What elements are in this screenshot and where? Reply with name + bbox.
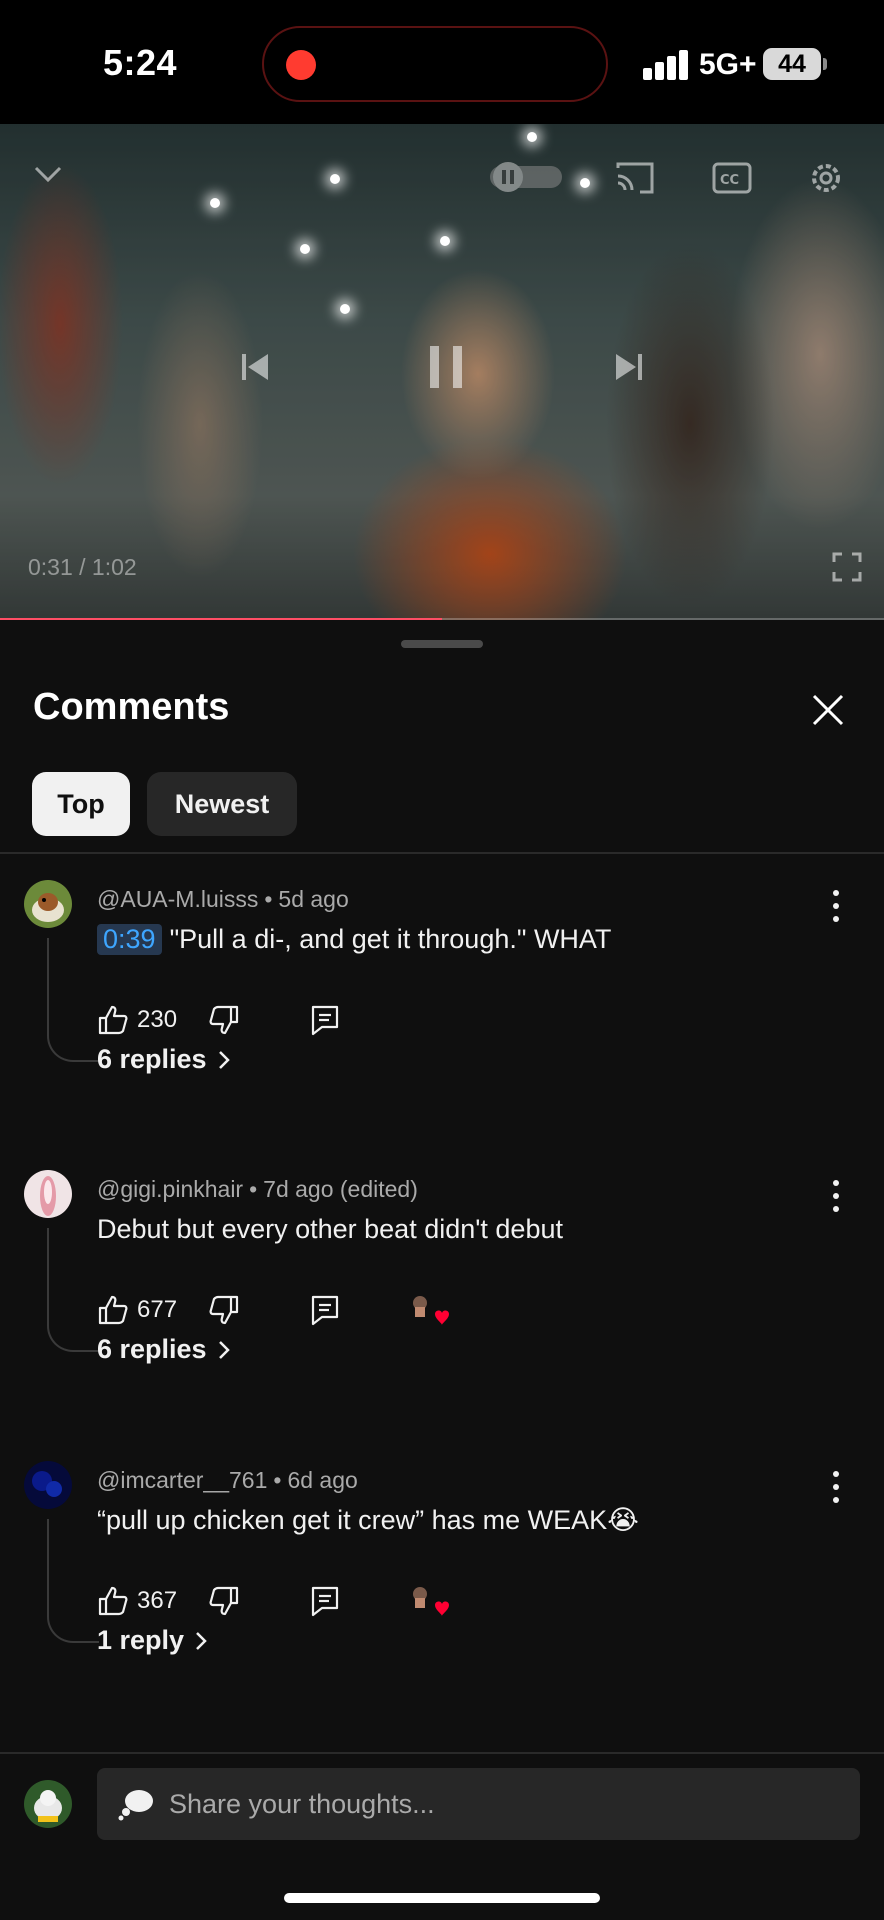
comment-text: Debut but every other beat didn't debut: [97, 1214, 563, 1245]
battery-tip: [823, 58, 827, 70]
comment-author[interactable]: @gigi.pinkhair: [97, 1176, 243, 1202]
filter-chip-newest[interactable]: Newest: [147, 772, 297, 836]
video-player[interactable]: CC 0:31 / 1:02: [0, 124, 884, 620]
ceiling-light: [527, 132, 537, 142]
avatar-image: [24, 1170, 72, 1218]
comment-age: 7d ago (edited): [263, 1176, 418, 1202]
ceiling-light: [440, 236, 450, 246]
thread-line: [47, 1228, 99, 1352]
thought-bubble-icon: [118, 1790, 153, 1821]
creator-heart-icon: [413, 1296, 449, 1325]
previous-video-icon[interactable]: [238, 350, 272, 384]
cast-icon[interactable]: [614, 160, 656, 196]
avatar-image: [24, 1780, 72, 1828]
comment-meta: @AUA-M.luisss • 5d ago: [97, 886, 349, 912]
dynamic-island: [262, 26, 608, 102]
svg-text:CC: CC: [720, 173, 739, 188]
comment-meta: @imcarter__761 • 6d ago: [97, 1467, 358, 1493]
video-time: 0:31 / 1:02: [28, 554, 137, 580]
view-replies-link[interactable]: 6 replies: [97, 1044, 231, 1075]
comment-text: 0:39 "Pull a di-, and get it through." WH…: [97, 924, 611, 955]
more-options-icon[interactable]: [822, 1176, 850, 1216]
comment-item: @AUA-M.luisss • 5d ago 0:39 "Pull a di-, an…: [0, 880, 884, 1140]
thread-line: [47, 1519, 99, 1643]
reply-icon[interactable]: [310, 1290, 340, 1330]
view-replies-link[interactable]: 1 reply: [97, 1625, 208, 1656]
recording-indicator-icon: [286, 50, 316, 80]
like-icon[interactable]: [97, 1290, 129, 1330]
dislike-icon[interactable]: [208, 1581, 240, 1621]
video-timestamp-link[interactable]: 0:39: [97, 924, 162, 955]
avatar[interactable]: [24, 1170, 72, 1218]
next-video-icon[interactable]: [612, 350, 646, 384]
sheet-drag-handle[interactable]: [401, 640, 483, 648]
current-user-avatar[interactable]: [24, 1780, 72, 1828]
comments-sheet: Comments Top Newest @AUA-M.luisss • 5d ago…: [0, 620, 884, 1920]
cellular-signal-icon: [643, 50, 689, 80]
status-bar: 5:24 5G+ 44: [0, 0, 884, 124]
view-replies-link[interactable]: 6 replies: [97, 1334, 231, 1365]
fullscreen-icon[interactable]: [832, 552, 862, 582]
avatar[interactable]: [24, 1461, 72, 1509]
chevron-right-icon: [218, 1051, 230, 1069]
avatar-image: [24, 1461, 72, 1509]
status-time: 5:24: [103, 42, 178, 83]
comment-input-placeholder: Share your thoughts...: [169, 1789, 435, 1819]
settings-gear-icon[interactable]: [806, 158, 846, 198]
comment-author[interactable]: @imcarter__761: [97, 1467, 267, 1493]
comment-author[interactable]: @AUA-M.luisss: [97, 886, 258, 912]
comment-input[interactable]: Share your thoughts...: [97, 1768, 860, 1840]
ceiling-light: [300, 244, 310, 254]
ceiling-light: [580, 178, 590, 188]
reply-icon[interactable]: [310, 1000, 340, 1040]
filter-divider: [0, 852, 884, 854]
comment-meta: @gigi.pinkhair • 7d ago (edited): [97, 1176, 418, 1202]
like-count: 230: [137, 1006, 178, 1033]
replies-label: 6 replies: [97, 1044, 207, 1074]
like-count: 367: [137, 1587, 178, 1614]
comment-text: “pull up chicken get it crew” has me WEA…: [97, 1505, 639, 1536]
autoplay-toggle-icon[interactable]: [488, 160, 564, 194]
filter-chip-top[interactable]: Top: [32, 772, 130, 836]
more-options-icon[interactable]: [822, 886, 850, 926]
app-root: 5:24 5G+ 44 CC 0:31 / 1:02 Comments Top …: [0, 0, 884, 1920]
more-options-icon[interactable]: [822, 1467, 850, 1507]
comment-age: 5d ago: [278, 886, 349, 912]
like-icon[interactable]: [97, 1581, 129, 1621]
ceiling-light: [340, 304, 350, 314]
dislike-icon[interactable]: [208, 1290, 240, 1330]
reply-icon[interactable]: [310, 1581, 340, 1621]
avatar-image: [24, 880, 72, 928]
replies-label: 1 reply: [97, 1625, 185, 1655]
comment-item: @gigi.pinkhair • 7d ago (edited) Debut but…: [0, 1170, 884, 1430]
home-indicator[interactable]: [284, 1893, 600, 1903]
ceiling-light: [210, 198, 220, 208]
thread-line: [47, 938, 99, 1062]
like-count: 677: [137, 1296, 178, 1323]
creator-heart-icon: [413, 1587, 449, 1616]
play-pause-icon[interactable]: [424, 342, 468, 392]
comment-item: @imcarter__761 • 6d ago “pull up chicken g…: [0, 1461, 884, 1721]
comment-body: “pull up chicken get it crew” has me WEA…: [97, 1505, 639, 1535]
chevron-right-icon: [218, 1341, 230, 1359]
dislike-icon[interactable]: [208, 1000, 240, 1040]
composer-divider: [0, 1752, 884, 1754]
network-type: 5G+: [699, 48, 757, 81]
avatar[interactable]: [24, 880, 72, 928]
chevron-right-icon: [196, 1632, 207, 1650]
replies-label: 6 replies: [97, 1334, 207, 1364]
comment-age: 6d ago: [287, 1467, 358, 1493]
sheet-title: Comments: [33, 686, 230, 728]
battery-icon: 44: [763, 48, 821, 80]
comment-body: "Pull a di-, and get it through." WHAT: [169, 924, 612, 954]
captions-icon[interactable]: CC: [712, 160, 752, 196]
close-icon[interactable]: [806, 688, 850, 732]
ceiling-light: [330, 174, 340, 184]
comment-body: Debut but every other beat didn't debut: [97, 1214, 563, 1244]
like-icon[interactable]: [97, 1000, 129, 1040]
collapse-chevron-icon[interactable]: [34, 164, 62, 184]
